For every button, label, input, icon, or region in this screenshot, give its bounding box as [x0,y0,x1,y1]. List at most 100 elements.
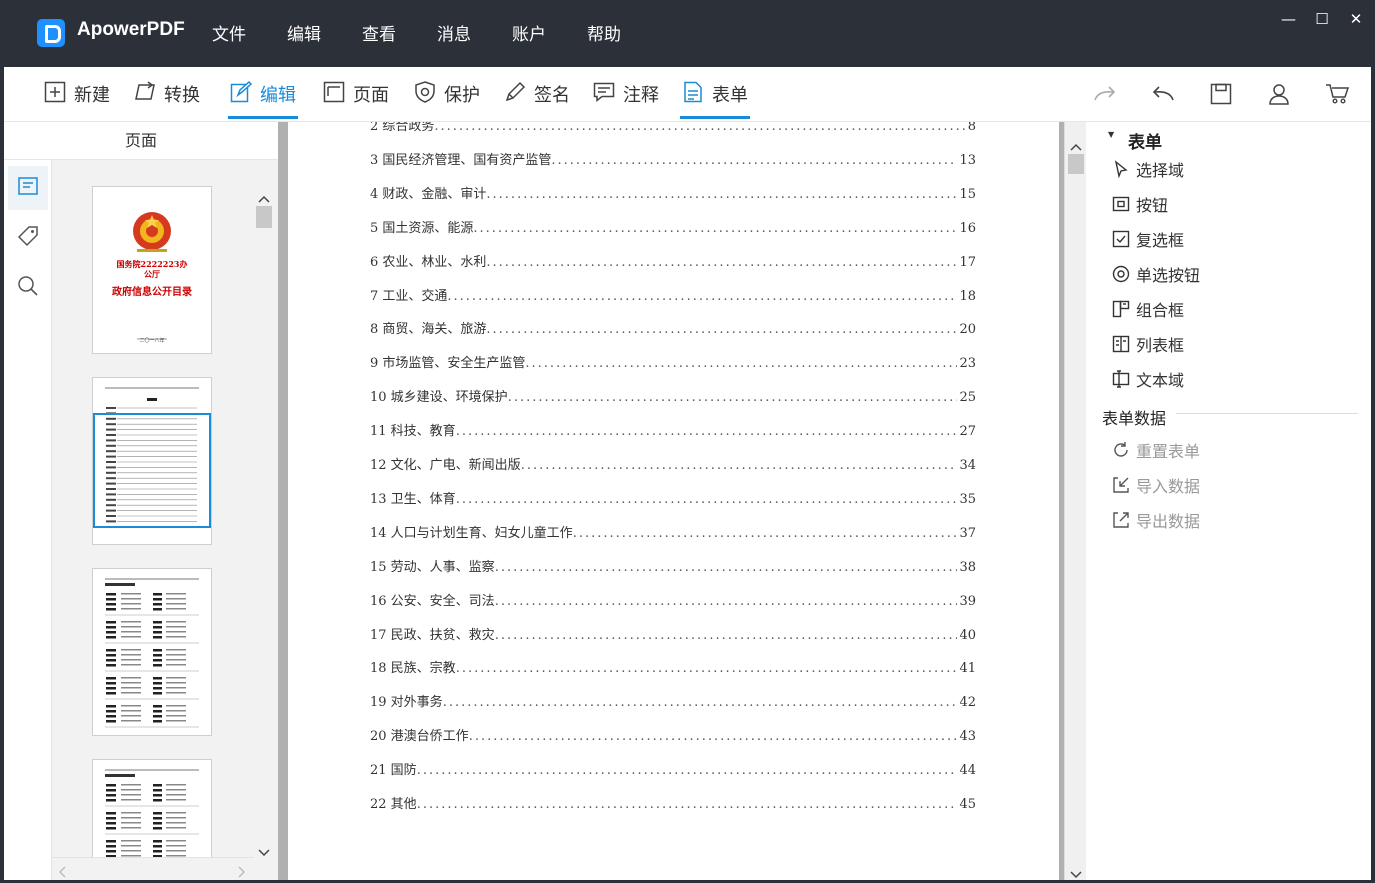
form-listbox-label: 列表框 [1136,336,1185,355]
toc-entry[interactable]: 13 卫生、体育 35 [370,488,976,508]
redo-icon[interactable] [1091,81,1119,107]
toc-entry[interactable]: 18 民族、宗教 41 [370,657,976,677]
tool-page[interactable]: 页面 [323,81,389,119]
save-icon[interactable] [1207,81,1235,107]
reset-form-button[interactable]: 重置表单 [1112,438,1200,462]
maximize-button[interactable]: ☐ [1315,10,1329,28]
toc-entry[interactable]: 19 对外事务 42 [370,691,976,711]
menu-edit[interactable]: 编辑 [287,20,321,45]
minimize-button[interactable]: — [1281,10,1296,28]
toc-leader-dots [486,255,957,270]
listbox-icon [1112,335,1130,353]
section-divider [1176,413,1358,414]
chevron-left-icon[interactable] [58,863,66,882]
scrollbar-thumb[interactable] [256,206,272,228]
toc-leader-dots [525,356,957,371]
shield-icon [414,81,436,103]
export-data-button[interactable]: 导出数据 [1112,508,1200,532]
bookmarks-tab[interactable] [8,216,48,260]
form-textfield[interactable]: 文本域 [1112,367,1184,391]
tool-protect[interactable]: 保护 [414,81,480,119]
toc-leader-dots [417,797,958,812]
tool-form[interactable]: 表单 [680,81,750,119]
toc-entry[interactable]: 10 城乡建设、环境保护 25 [370,386,976,406]
toc-entry[interactable]: 22 其他 45 [370,793,976,813]
toc-leader-dots [486,322,957,337]
chevron-down-icon[interactable] [1070,864,1082,883]
chevron-up-icon[interactable] [1070,136,1082,155]
pdf-page[interactable]: 2 综合政务 8 3 国民经济管理、国有资产监管 13 4 财政、金融、审计 15 5 国土… [288,122,1059,880]
tool-edit[interactable]: 编辑 [228,80,298,119]
tool-convert[interactable]: 转换 [134,81,200,119]
undo-icon[interactable] [1149,81,1177,107]
import-data-button[interactable]: 导入数据 [1112,473,1200,497]
toc-entry-title: 8 商贸、海关、旅游 [370,322,487,338]
right-toolbar [1091,81,1351,107]
form-listbox[interactable]: 列表框 [1112,332,1184,356]
toc-entry[interactable]: 11 科技、教育 27 [370,420,976,440]
menu-account[interactable]: 账户 [512,20,546,45]
document-scrollbar[interactable] [1064,122,1086,880]
tool-new[interactable]: 新建 [44,81,110,119]
toc-entry[interactable]: 8 商贸、海关、旅游 20 [370,318,976,338]
toc-entry[interactable]: 17 民政、扶贫、救灾 40 [370,624,976,644]
toc-entry[interactable]: 21 国防 44 [370,759,976,779]
collapse-triangle-icon[interactable]: ▼ [1108,130,1114,139]
window-controls: — ☐ ✕ [1281,10,1363,28]
thumbnail-list: 国务院2222223办公厅 政府信息公开目录 二〇一八年 [52,160,254,857]
toc-leader-dots [417,763,958,778]
chevron-right-icon[interactable] [238,863,246,882]
toc-entry-page: 38 [959,559,976,575]
window-border [1371,67,1375,883]
toc-entry[interactable]: 3 国民经济管理、国有资产监管 13 [370,149,976,169]
toc-entry[interactable]: 6 农业、林业、水利 17 [370,251,976,271]
menu-view[interactable]: 查看 [362,20,396,45]
toc-entry-page: 37 [959,525,976,541]
form-radio[interactable]: 单选按钮 [1112,262,1200,286]
thumbnail-scrollbar[interactable] [254,180,274,860]
close-button[interactable]: ✕ [1349,10,1363,28]
tool-annotate[interactable]: 注释 [593,81,659,119]
form-select-field[interactable]: 选择域 [1112,157,1184,181]
cart-icon[interactable] [1323,81,1351,107]
page-thumbnail-2[interactable] [92,377,212,545]
form-combobox-label: 组合框 [1136,301,1185,320]
toc-entry[interactable]: 2 综合政务 8 [370,122,976,135]
thumbnail-hscrollbar[interactable] [52,857,254,878]
pages-panel: 页面 国务院2222223办公厅 政府信息公开目录 二〇一八年 [4,122,278,880]
form-button[interactable]: 按钮 [1112,192,1168,216]
cover-footer: 二〇一八年 [139,338,165,344]
toc-entry[interactable]: 20 港澳台侨工作 43 [370,725,976,745]
toc-entry[interactable]: 7 工业、交通 18 [370,285,976,305]
toc-leader-dots [447,289,957,304]
toc-entry[interactable]: 12 文化、广电、新闻出版 34 [370,454,976,474]
chevron-down-icon[interactable] [258,842,270,861]
button-icon [1112,195,1130,213]
cursor-icon [1112,160,1130,179]
search-tab[interactable] [8,266,48,310]
menu-file[interactable]: 文件 [212,20,246,45]
toc-entry[interactable]: 15 劳动、人事、监察 38 [370,556,976,576]
toc-entry[interactable]: 4 财政、金融、审计 15 [370,183,976,203]
menu-help[interactable]: 帮助 [587,20,621,45]
thumbnails-icon [17,175,39,201]
user-icon[interactable] [1265,81,1293,107]
checkbox-icon [1112,230,1130,248]
menu-messages[interactable]: 消息 [437,20,471,45]
page-thumbnail-3[interactable] [92,568,212,736]
thumbnails-tab[interactable] [8,166,48,210]
toc-entry[interactable]: 16 公安、安全、司法 39 [370,590,976,610]
page-thumbnail-4[interactable] [92,759,212,857]
form-checkbox[interactable]: 复选框 [1112,227,1184,251]
toc-entry[interactable]: 9 市场监管、安全生产监管 23 [370,352,976,372]
toc-entry[interactable]: 5 国土资源、能源 16 [370,217,976,237]
form-combobox[interactable]: 组合框 [1112,297,1184,321]
chevron-up-icon[interactable] [258,188,270,207]
content-page-preview [105,769,199,857]
toc-leader-dots [456,492,958,507]
toc-entry[interactable]: 14 人口与计划生育、妇女儿童工作 37 [370,522,976,542]
tool-sign[interactable]: 签名 [504,81,570,119]
scrollbar-thumb[interactable] [1068,154,1084,174]
page-thumbnail-1[interactable]: 国务院2222223办公厅 政府信息公开目录 二〇一八年 [92,186,212,354]
toc-entry-page: 15 [959,186,976,202]
